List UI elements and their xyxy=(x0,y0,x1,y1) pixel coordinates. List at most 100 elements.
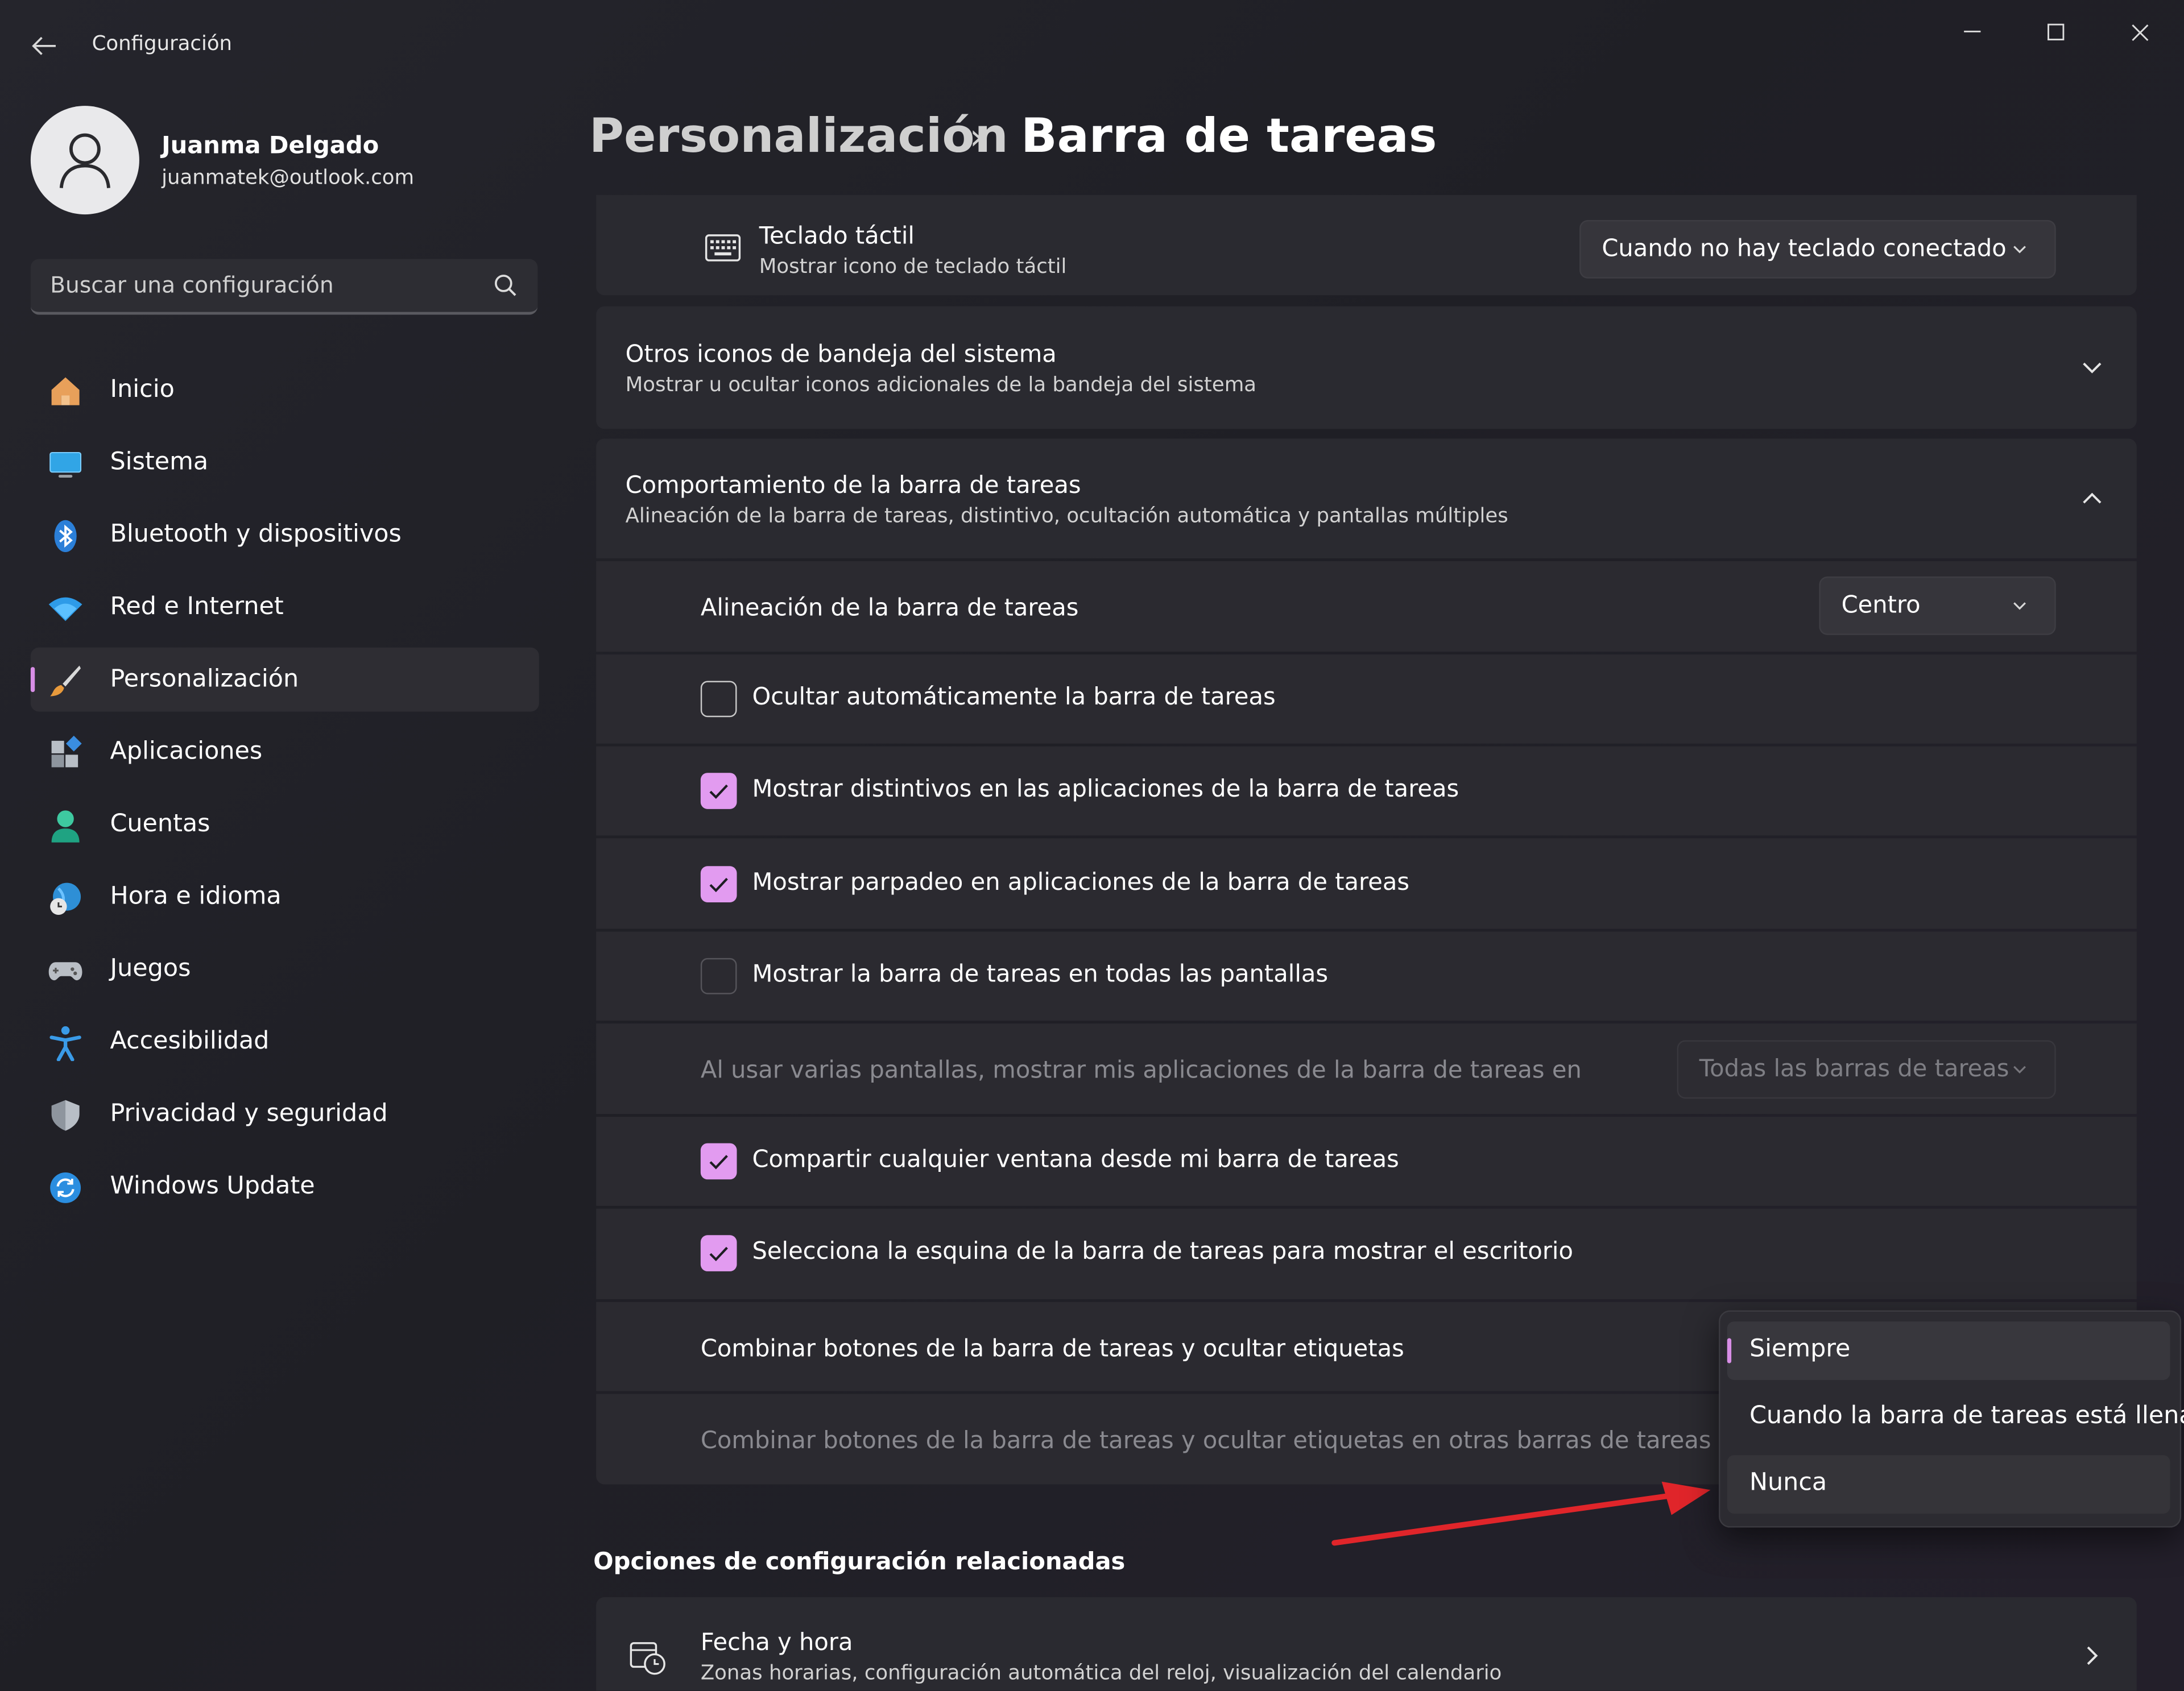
calendar-clock-icon xyxy=(630,1642,665,1675)
option-label: Siempre xyxy=(1749,1335,1851,1363)
avatar[interactable] xyxy=(30,106,139,215)
option-cuando-llena[interactable]: Cuando la barra de tareas está llena xyxy=(1727,1389,2184,1447)
keyboard-icon xyxy=(705,234,741,262)
settings-window: Configuración Juanma Delgado juanmatek@o… xyxy=(0,0,2184,1691)
option-nunca[interactable]: Nunca xyxy=(1727,1455,2170,1514)
search-input[interactable] xyxy=(50,271,468,299)
sidebar-item-bluetooth[interactable]: Bluetooth y dispositivos xyxy=(31,503,539,567)
search-box[interactable] xyxy=(30,259,538,315)
sidebar-item-inicio[interactable]: Inicio xyxy=(31,358,539,422)
breadcrumb-separator: › xyxy=(969,117,984,159)
page-title: Barra de tareas xyxy=(1021,109,1437,164)
brush-icon xyxy=(50,665,81,697)
chevron-down-icon[interactable] xyxy=(2077,353,2107,383)
chevron-right-icon xyxy=(2087,1646,2098,1665)
alignment-label: Alineación de la barra de tareas xyxy=(700,594,1079,623)
person-icon xyxy=(51,810,80,843)
all-displays-label: Mostrar la barra de tareas en todas las … xyxy=(752,960,1329,989)
share-label[interactable]: Compartir cualquier ventana desde mi bar… xyxy=(752,1146,1399,1174)
touch-keyboard-dropdown[interactable]: Cuando no hay teclado conectado xyxy=(1579,219,2056,279)
combine-dropdown-popup: Siempre Cuando la barra de tareas está l… xyxy=(1719,1310,2184,1528)
sidebar-item-label: Inicio xyxy=(110,376,175,404)
sidebar-item-label: Personalización xyxy=(110,665,299,694)
sidebar-item-label: Bluetooth y dispositivos xyxy=(110,520,402,549)
touch-keyboard-subtitle: Mostrar icono de teclado táctil xyxy=(759,256,1067,279)
shield-icon xyxy=(51,1100,80,1131)
sidebar-item-personalizacion[interactable]: Personalización xyxy=(30,647,539,712)
dropdown-value: Todas las barras de tareas xyxy=(1699,1055,2009,1084)
multi-display-label: Al usar varias pantallas, mostrar mis ap… xyxy=(700,1056,1582,1085)
behavior-subtitle: Alineación de la barra de tareas, distin… xyxy=(625,505,1508,528)
all-displays-checkbox xyxy=(700,958,737,994)
corner-label[interactable]: Selecciona la esquina de la barra de tar… xyxy=(752,1238,1573,1266)
alignment-dropdown[interactable]: Centro xyxy=(1819,576,2056,635)
touch-keyboard-title: Teclado táctil xyxy=(759,222,915,251)
sidebar-item-label: Cuentas xyxy=(110,810,210,839)
sidebar-item-cuentas[interactable]: Cuentas xyxy=(31,792,539,856)
sidebar-item-label: Windows Update xyxy=(110,1172,315,1201)
autohide-label[interactable]: Ocultar automáticamente la barra de tare… xyxy=(752,683,1275,711)
sidebar-item-label: Privacidad y seguridad xyxy=(110,1100,388,1128)
maximize-icon xyxy=(2048,23,2065,41)
dropdown-value: Cuando no hay teclado conectado xyxy=(1602,235,2007,263)
corner-checkbox[interactable] xyxy=(700,1235,737,1271)
checkmark-icon xyxy=(709,877,728,893)
selection-indicator xyxy=(30,667,35,693)
sidebar-item-hora[interactable]: Hora e idioma xyxy=(31,865,539,929)
behavior-title: Comportamiento de la barra de tareas xyxy=(625,472,1081,500)
option-label: Nunca xyxy=(1749,1469,1827,1497)
sidebar-item-label: Red e Internet xyxy=(110,593,284,621)
badges-label[interactable]: Mostrar distintivos en las aplicaciones … xyxy=(752,776,1459,803)
accessibility-icon xyxy=(49,1026,81,1062)
apps-icon xyxy=(51,735,82,768)
sidebar-item-sistema[interactable]: Sistema xyxy=(31,430,539,495)
tray-icons-title: Otros iconos de bandeja del sistema xyxy=(625,341,1057,369)
date-time-title: Fecha y hora xyxy=(700,1629,853,1657)
minimize-icon xyxy=(1964,30,1981,32)
search-icon[interactable] xyxy=(493,273,518,298)
app-title: Configuración xyxy=(92,33,233,56)
dropdown-value: Centro xyxy=(1841,591,1921,620)
flashing-checkbox[interactable] xyxy=(700,866,737,902)
sidebar-item-privacidad[interactable]: Privacidad y seguridad xyxy=(31,1082,539,1146)
sidebar-item-label: Sistema xyxy=(110,448,209,476)
sidebar-item-windows-update[interactable]: Windows Update xyxy=(31,1154,539,1218)
sidebar-item-red[interactable]: Red e Internet xyxy=(31,575,539,639)
sidebar-item-juegos[interactable]: Juegos xyxy=(31,937,539,1001)
home-icon xyxy=(51,377,80,405)
date-time-subtitle: Zonas horarias, configuración automática… xyxy=(700,1663,1502,1685)
monitor-icon xyxy=(49,451,82,478)
close-icon xyxy=(2131,23,2148,40)
tray-icons-subtitle: Mostrar u ocultar iconos adicionales de … xyxy=(625,374,1257,397)
sidebar-item-label: Juegos xyxy=(110,955,191,983)
breadcrumb-parent[interactable]: Personalización xyxy=(589,109,1008,164)
chevron-up-icon[interactable] xyxy=(2077,483,2107,514)
gamepad-icon xyxy=(48,962,82,981)
checkmark-icon xyxy=(709,1246,728,1262)
close-button[interactable] xyxy=(2098,11,2181,53)
flashing-label[interactable]: Mostrar parpadeo en aplicaciones de la b… xyxy=(752,869,1409,897)
selection-indicator xyxy=(1727,1338,1732,1363)
badges-checkbox[interactable] xyxy=(700,773,737,809)
checkmark-icon xyxy=(709,784,728,799)
option-siempre[interactable]: Siempre xyxy=(1727,1321,2170,1380)
chevron-down-icon xyxy=(2013,1066,2026,1074)
minimize-button[interactable] xyxy=(1930,11,2014,53)
back-arrow-icon[interactable] xyxy=(22,25,67,67)
checkmark-icon xyxy=(709,1155,728,1170)
maximize-button[interactable] xyxy=(2014,11,2098,53)
related-settings-heading: Opciones de configuración relacionadas xyxy=(593,1548,1126,1577)
sidebar-item-label: Hora e idioma xyxy=(110,882,282,911)
option-label: Cuando la barra de tareas está llena xyxy=(1749,1402,2184,1431)
user-email: juanmatek@outlook.com xyxy=(162,167,415,190)
sidebar-item-accesibilidad[interactable]: Accesibilidad xyxy=(31,1010,539,1074)
chevron-down-icon xyxy=(2013,602,2026,610)
autohide-checkbox[interactable] xyxy=(700,681,737,718)
multi-display-dropdown: Todas las barras de tareas xyxy=(1677,1040,2056,1099)
wifi-icon xyxy=(48,597,82,621)
sidebar-item-label: Accesibilidad xyxy=(110,1027,270,1056)
share-checkbox[interactable] xyxy=(700,1143,737,1180)
sidebar-item-aplicaciones[interactable]: Aplicaciones xyxy=(31,720,539,784)
globe-clock-icon xyxy=(50,882,81,915)
update-icon xyxy=(50,1172,81,1203)
